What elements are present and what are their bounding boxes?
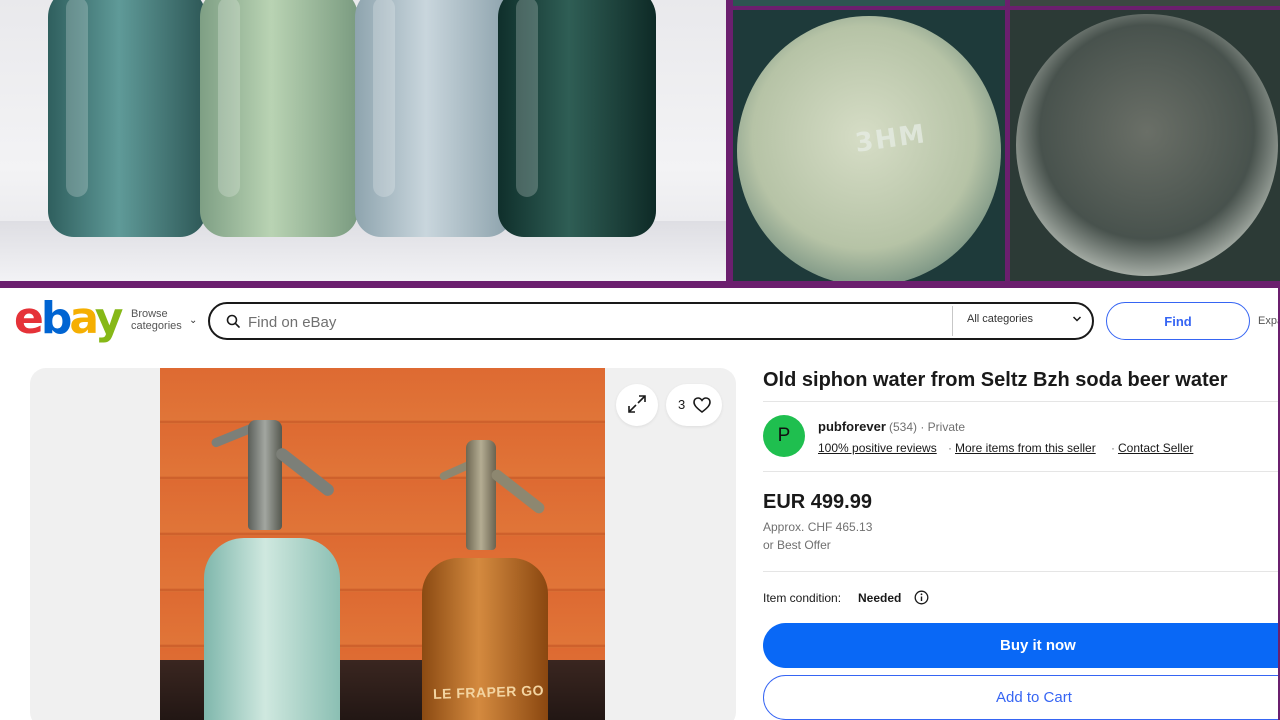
expand-image-button[interactable] xyxy=(616,384,658,426)
more-items-link[interactable]: More items from this seller xyxy=(955,441,1096,455)
seller-name[interactable]: pubforever xyxy=(818,419,886,434)
dark-bottle xyxy=(498,0,656,237)
buy-it-now-button[interactable]: Buy it now xyxy=(763,623,1280,668)
category-select-label: All categories xyxy=(967,313,1034,325)
green-siphon-bottle xyxy=(204,538,340,720)
info-icon[interactable] xyxy=(914,590,929,605)
divider xyxy=(763,401,1280,402)
logo-letter: e xyxy=(14,293,44,344)
teal-bottle xyxy=(48,0,206,237)
best-offer-note: or Best Offer xyxy=(763,538,831,552)
siphon-head xyxy=(466,440,496,550)
advanced-search-link[interactable]: Expa xyxy=(1258,315,1280,327)
chevron-down-icon: ⌄ xyxy=(189,315,198,326)
logo-letter: b xyxy=(40,293,72,344)
seller-feedback-meta: (534) · Private xyxy=(889,420,966,434)
watch-count: 3 xyxy=(678,397,686,412)
bottles-photo xyxy=(0,0,726,281)
photo-strip-right xyxy=(1010,0,1280,6)
divider xyxy=(763,571,1280,572)
logo-letter: y xyxy=(94,293,124,344)
clear-bottle xyxy=(355,0,513,237)
site-header: ebay Browse categories ⌄ All categories … xyxy=(0,288,1280,352)
bottle-base-light-photo: 3HM xyxy=(733,10,1005,281)
main-item-photo[interactable]: LE FRAPER GO xyxy=(160,368,605,720)
siphon-head xyxy=(248,420,282,530)
image-gallery: LE FRAPER GO 3 xyxy=(30,368,736,720)
base-engraving: 3HM xyxy=(853,119,929,159)
category-select[interactable]: All categories xyxy=(967,313,1033,325)
heart-icon xyxy=(693,397,711,414)
seller-avatar[interactable]: P xyxy=(763,415,805,457)
link-separator: · xyxy=(948,441,952,455)
bottle-base-disc: 3HM xyxy=(737,16,1001,281)
search-bar: All categories xyxy=(208,302,1094,340)
search-divider xyxy=(952,306,953,336)
add-to-cart-button[interactable]: Add to Cart xyxy=(763,675,1280,720)
expand-icon xyxy=(628,394,646,413)
condition-value: Needed xyxy=(858,591,902,605)
condition-label: Item condition: xyxy=(763,591,842,605)
search-input[interactable] xyxy=(248,311,938,333)
divider xyxy=(763,471,1280,472)
ebay-logo[interactable]: ebay xyxy=(14,293,124,344)
chevron-down-icon xyxy=(1072,316,1082,322)
image-collage: 3HM xyxy=(0,0,1280,288)
siphon-spout xyxy=(273,445,337,499)
positive-reviews-link[interactable]: 100% positive reviews xyxy=(818,441,937,455)
logo-letter: a xyxy=(69,293,97,344)
contact-seller-link[interactable]: Contact Seller xyxy=(1118,441,1193,455)
green-bottle xyxy=(200,0,358,237)
bottle-base-disc xyxy=(1016,14,1278,276)
siphon-spout xyxy=(489,467,547,516)
bottle-base-dark-photo xyxy=(1010,10,1280,281)
find-button[interactable]: Find xyxy=(1106,302,1250,340)
item-price: EUR 499.99 xyxy=(763,491,872,513)
item-title: Old siphon water from Seltz Bzh soda bee… xyxy=(763,369,1228,391)
link-separator: · xyxy=(1111,441,1115,455)
watch-button[interactable]: 3 xyxy=(666,384,722,426)
search-icon xyxy=(226,314,240,328)
approx-price: Approx. CHF 465.13 xyxy=(763,520,873,534)
photo-strip-left xyxy=(733,0,1005,6)
